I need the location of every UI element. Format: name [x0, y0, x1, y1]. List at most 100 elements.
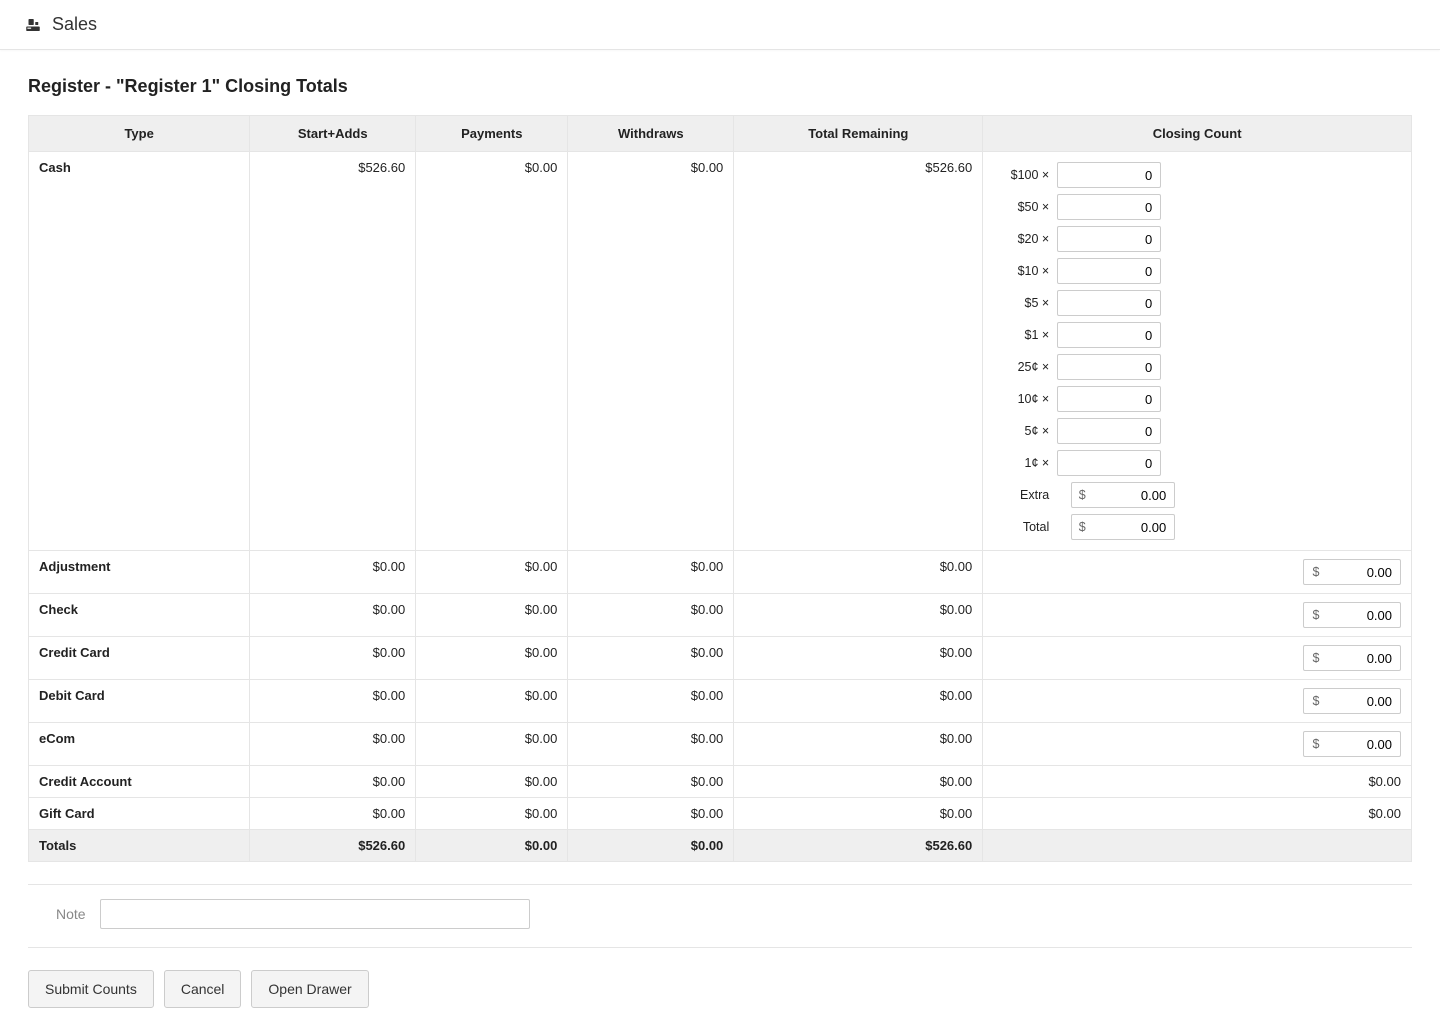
closing-count-cell: $	[983, 551, 1412, 594]
start_adds-cell: $0.00	[250, 766, 416, 798]
col-header-type: Type	[29, 116, 250, 152]
table-row: Check$0.00$0.00$0.00$0.00$	[29, 594, 1412, 637]
closing-count-input-wrapper: $	[993, 559, 1401, 585]
open-drawer-button[interactable]: Open Drawer	[251, 970, 368, 1008]
denomination-label: 25¢ ×	[993, 360, 1049, 374]
table-row: Credit Card$0.00$0.00$0.00$0.00$	[29, 637, 1412, 680]
closing-count-input-wrapper: $	[993, 731, 1401, 757]
payments-cell: $0.00	[416, 766, 568, 798]
actions: Submit Counts Cancel Open Drawer	[28, 970, 1412, 1008]
denomination-input[interactable]	[1057, 450, 1161, 476]
topbar: Sales	[0, 0, 1440, 50]
total_remaining-cell: $0.00	[734, 798, 983, 830]
col-header-payments: Payments	[416, 116, 568, 152]
start_adds-cell: $0.00	[250, 680, 416, 723]
totals-total_remaining: $526.60	[734, 830, 983, 862]
denomination-input[interactable]	[1057, 354, 1161, 380]
total_remaining-cell: $0.00	[734, 766, 983, 798]
type-cell: Credit Card	[29, 637, 250, 680]
col-header-withdraws: Withdraws	[568, 116, 734, 152]
start_adds-cell: $0.00	[250, 798, 416, 830]
closing-count-cell: $	[983, 723, 1412, 766]
denomination-row: $50 ×	[993, 194, 1401, 220]
start_adds-cell: $526.60	[250, 152, 416, 551]
note-input[interactable]	[100, 899, 530, 929]
type-cell: Credit Account	[29, 766, 250, 798]
closing-count-cell: $0.00	[983, 766, 1412, 798]
currency-prefix: $	[1309, 651, 1323, 665]
denomination-row: $20 ×	[993, 226, 1401, 252]
denomination-input[interactable]	[1057, 386, 1161, 412]
payments-cell: $0.00	[416, 798, 568, 830]
submit-counts-button[interactable]: Submit Counts	[28, 970, 154, 1008]
start_adds-cell: $0.00	[250, 637, 416, 680]
withdraws-cell: $0.00	[568, 680, 734, 723]
table-row: Adjustment$0.00$0.00$0.00$0.00$	[29, 551, 1412, 594]
table-row: Credit Account$0.00$0.00$0.00$0.00$0.00	[29, 766, 1412, 798]
payments-cell: $0.00	[416, 637, 568, 680]
payments-cell: $0.00	[416, 594, 568, 637]
total_remaining-cell: $0.00	[734, 551, 983, 594]
start_adds-cell: $0.00	[250, 594, 416, 637]
denomination-row: 5¢ ×	[993, 418, 1401, 444]
denomination-row: 25¢ ×	[993, 354, 1401, 380]
denomination-input[interactable]	[1057, 418, 1161, 444]
totals-label: Totals	[29, 830, 250, 862]
closing-count-text: $0.00	[1368, 806, 1401, 821]
col-header-total-remaining: Total Remaining	[734, 116, 983, 152]
currency-prefix: $	[1309, 694, 1323, 708]
totals-start_adds: $526.60	[250, 830, 416, 862]
denomination-label: $1 ×	[993, 328, 1049, 342]
cancel-button[interactable]: Cancel	[164, 970, 242, 1008]
currency-prefix: $	[1309, 608, 1323, 622]
denomination-label: $100 ×	[993, 168, 1049, 182]
denomination-label: 1¢ ×	[993, 456, 1049, 470]
note-label: Note	[56, 906, 86, 922]
closing-totals-table: Type Start+Adds Payments Withdraws Total…	[28, 115, 1412, 862]
closing-count-cell: $	[983, 680, 1412, 723]
denomination-row: $1 ×	[993, 322, 1401, 348]
denomination-input[interactable]	[1057, 258, 1161, 284]
denomination-label: $50 ×	[993, 200, 1049, 214]
denomination-list: $100 × $50 × $20 × $10 × $5 × $1 × 25¢ × 10¢ × 5…	[993, 162, 1401, 540]
withdraws-cell: $0.00	[568, 152, 734, 551]
denomination-footer-label: Total	[993, 520, 1049, 534]
register-icon	[24, 16, 42, 34]
currency-prefix: $	[1309, 565, 1323, 579]
closing-count-input-wrapper: $	[993, 645, 1401, 671]
col-header-start-adds: Start+Adds	[250, 116, 416, 152]
table-row: Gift Card$0.00$0.00$0.00$0.00$0.00	[29, 798, 1412, 830]
denomination-footer-row: Extra$	[993, 482, 1401, 508]
type-cell: eCom	[29, 723, 250, 766]
closing-count-cell: $100 × $50 × $20 × $10 × $5 × $1 × 25¢ × 10¢ × 5…	[983, 152, 1412, 551]
table-row: Debit Card$0.00$0.00$0.00$0.00$	[29, 680, 1412, 723]
denomination-input[interactable]	[1057, 290, 1161, 316]
start_adds-cell: $0.00	[250, 551, 416, 594]
withdraws-cell: $0.00	[568, 723, 734, 766]
payments-cell: $0.00	[416, 551, 568, 594]
denomination-label: 5¢ ×	[993, 424, 1049, 438]
start_adds-cell: $0.00	[250, 723, 416, 766]
payments-cell: $0.00	[416, 152, 568, 551]
denomination-row: $100 ×	[993, 162, 1401, 188]
closing-count-text: $0.00	[1368, 774, 1401, 789]
denomination-row: 10¢ ×	[993, 386, 1401, 412]
denomination-input[interactable]	[1057, 226, 1161, 252]
withdraws-cell: $0.00	[568, 766, 734, 798]
closing-count-input-wrapper: $	[993, 602, 1401, 628]
totals-withdraws: $0.00	[568, 830, 734, 862]
closing-count-cell: $	[983, 594, 1412, 637]
denomination-label: $20 ×	[993, 232, 1049, 246]
totals-closing	[983, 830, 1412, 862]
currency-prefix: $	[1075, 488, 1089, 502]
total_remaining-cell: $0.00	[734, 723, 983, 766]
denomination-label: $10 ×	[993, 264, 1049, 278]
totals-payments: $0.00	[416, 830, 568, 862]
closing-count-cell: $0.00	[983, 798, 1412, 830]
denomination-label: $5 ×	[993, 296, 1049, 310]
denomination-input[interactable]	[1057, 162, 1161, 188]
denomination-input[interactable]	[1057, 322, 1161, 348]
total_remaining-cell: $0.00	[734, 594, 983, 637]
closing-count-input-wrapper: $	[993, 688, 1401, 714]
denomination-input[interactable]	[1057, 194, 1161, 220]
